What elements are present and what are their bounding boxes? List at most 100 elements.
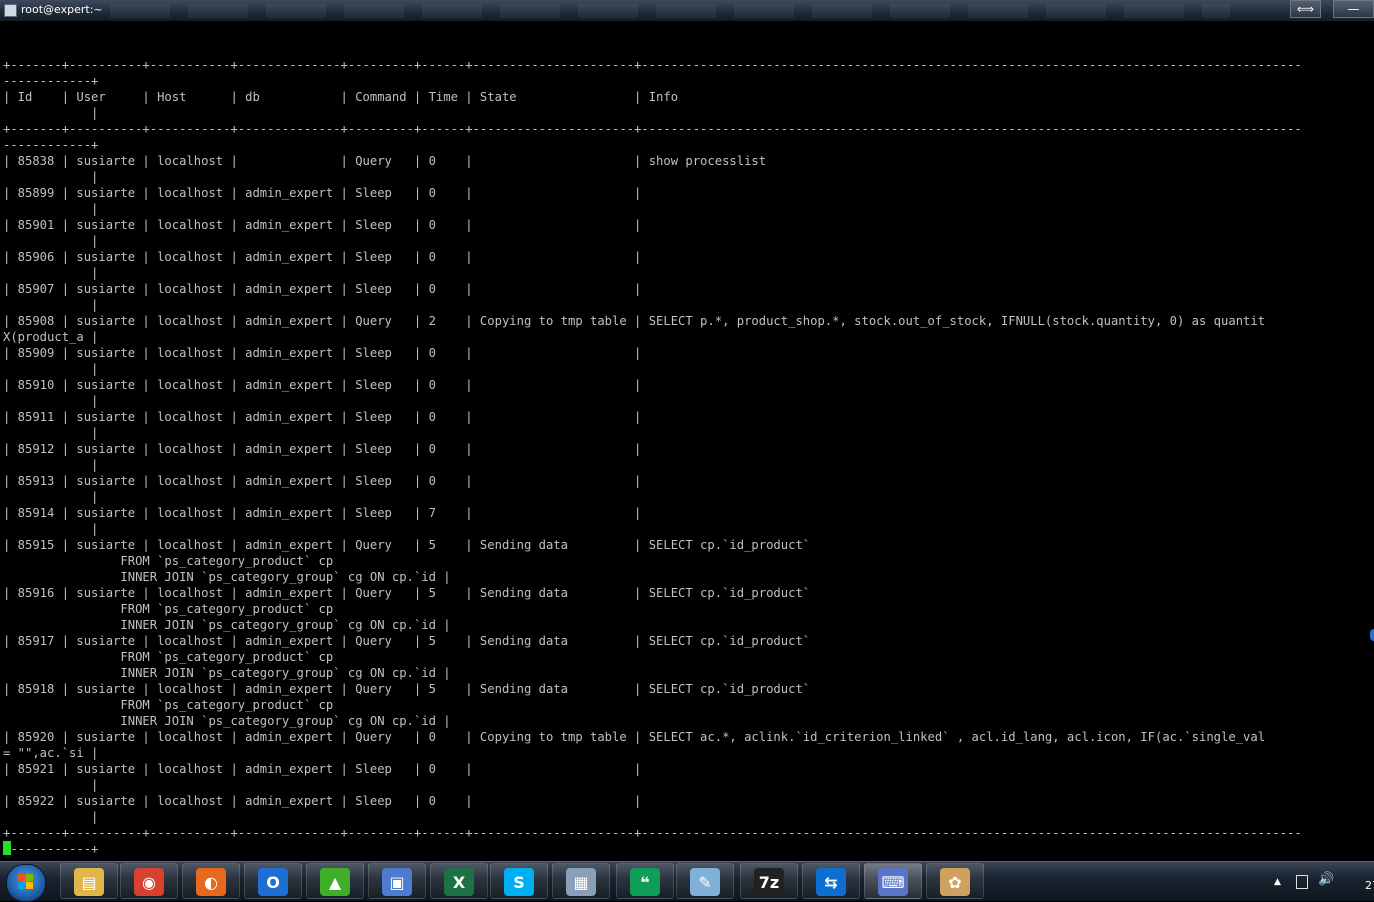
- shopping-bag-icon: ▲: [320, 868, 350, 896]
- terminal-line: ------------+: [3, 138, 99, 152]
- terminal-line: ------------+: [3, 74, 99, 88]
- terminal-line: INNER JOIN `ps_category_group` cg ON cp.…: [120, 714, 451, 728]
- windows-logo-icon: [18, 874, 25, 881]
- terminal-line: | 85912 | susiarte | localhost | admin_e…: [3, 442, 642, 456]
- terminal-line: | 85917 | susiarte | localhost | admin_e…: [3, 634, 811, 648]
- terminal-line: | 85910 | susiarte | localhost | admin_e…: [3, 378, 642, 392]
- explorer-icon: ▤: [74, 868, 104, 896]
- terminal-line: INNER JOIN `ps_category_group` cg ON cp.…: [120, 666, 451, 680]
- taskbar-button[interactable]: ⇆: [802, 863, 860, 899]
- terminal-line: +-------+----------+-----------+--------…: [3, 58, 1302, 72]
- terminal-line: |: [91, 266, 99, 280]
- taskbar-button[interactable]: ◐: [182, 863, 240, 899]
- terminal-line: | 85909 | susiarte | localhost | admin_e…: [3, 346, 642, 360]
- window-title: root@expert:~: [21, 3, 103, 16]
- outlook-icon: O: [258, 868, 288, 896]
- firefox-icon: ◐: [196, 868, 226, 896]
- windows-logo-blue: [18, 882, 25, 889]
- terminal-line: |: [91, 522, 99, 536]
- taskbar-button[interactable]: ▤: [60, 863, 118, 899]
- putty-icon: ⌨: [878, 868, 908, 896]
- terminal-line: | 85913 | susiarte | localhost | admin_e…: [3, 474, 642, 488]
- chrome-icon: ◉: [134, 868, 164, 896]
- remote-desktop-icon: ▣: [382, 868, 412, 896]
- taskbar-button[interactable]: ▦: [552, 863, 610, 899]
- clock[interactable]: 1 27-0: [1350, 865, 1374, 893]
- terminal-line: | 85838 | susiarte | localhost | | Query…: [3, 154, 767, 168]
- terminal-line: | 85901 | susiarte | localhost | admin_e…: [3, 218, 642, 232]
- terminal-area[interactable]: +-------+----------+-----------+--------…: [0, 21, 1374, 861]
- terminal-line: |: [91, 170, 99, 184]
- terminal-line: |: [91, 810, 99, 824]
- taskbar: ▤ ◉ ◐ O ▲ ▣ X S ▦ ❝ ✎ 7z ⇆ ⌨ ✿ ▲ 🔊 1 27-0: [0, 861, 1374, 902]
- clock-date: 27-0: [1365, 879, 1374, 892]
- terminal-line: |: [91, 362, 99, 376]
- terminal-line: FROM `ps_category_product` cp: [120, 554, 334, 568]
- terminal-line: FROM `ps_category_product` cp: [120, 602, 334, 616]
- terminal-line: |: [91, 426, 99, 440]
- terminal-line: | 85908 | susiarte | localhost | admin_e…: [3, 314, 1266, 328]
- taskbar-button[interactable]: O: [244, 863, 302, 899]
- terminal-line: | 85911 | susiarte | localhost | admin_e…: [3, 410, 642, 424]
- taskbar-button[interactable]: ⌨: [864, 863, 922, 899]
- terminal-line: | 85914 | susiarte | localhost | admin_e…: [3, 506, 642, 520]
- terminal-line: |: [91, 234, 99, 248]
- excel-icon: X: [444, 868, 474, 896]
- windows-logo-green: [26, 874, 33, 881]
- taskbar-button[interactable]: X: [430, 863, 488, 899]
- scroll-indicator[interactable]: [1370, 629, 1374, 641]
- volume-icon[interactable]: 🔊: [1318, 872, 1334, 887]
- notepad-icon: ✎: [690, 868, 720, 896]
- terminal-line: |: [91, 298, 99, 312]
- terminal-output: +-------+----------+-----------+--------…: [3, 41, 1302, 857]
- taskbar-button[interactable]: 7z: [740, 863, 798, 899]
- hangouts-icon: ❝: [630, 868, 660, 896]
- terminal-line: |: [91, 778, 99, 792]
- window-title-bar[interactable]: root@expert:~ ⟺ —: [0, 0, 1374, 22]
- terminal-line: X(product_a |: [3, 330, 99, 344]
- terminal-line: INNER JOIN `ps_category_group` cg ON cp.…: [120, 618, 451, 632]
- terminal-line: INNER JOIN `ps_category_group` cg ON cp.…: [120, 570, 451, 584]
- terminal-line: | 85922 | susiarte | localhost | admin_e…: [3, 794, 642, 808]
- terminal-app-icon: [4, 4, 17, 17]
- calculator-icon: ▦: [566, 868, 596, 896]
- minimize-button[interactable]: —: [1333, 0, 1374, 18]
- show-hidden-icons-icon[interactable]: ▲: [1274, 877, 1281, 887]
- skype-icon: S: [504, 868, 534, 896]
- terminal-line: | 85920 | susiarte | localhost | admin_e…: [3, 730, 1266, 744]
- terminal-line: |: [91, 106, 99, 120]
- windows-logo-yellow: [26, 882, 33, 889]
- start-button[interactable]: [6, 864, 46, 902]
- taskbar-button[interactable]: ❝: [616, 863, 674, 899]
- terminal-line: | 85915 | susiarte | localhost | admin_e…: [3, 538, 811, 552]
- terminal-line: = "",ac.`si |: [3, 746, 99, 760]
- 7zip-icon: 7z: [754, 868, 784, 896]
- restore-button[interactable]: ⟺: [1290, 0, 1321, 18]
- terminal-line: |: [91, 490, 99, 504]
- terminal-line: FROM `ps_category_product` cp: [120, 698, 334, 712]
- taskbar-button[interactable]: ✎: [676, 863, 734, 899]
- terminal-line: | 85921 | susiarte | localhost | admin_e…: [3, 762, 642, 776]
- taskbar-button[interactable]: S: [490, 863, 548, 899]
- terminal-line: FROM `ps_category_product` cp: [120, 650, 334, 664]
- taskbar-button[interactable]: ✿: [926, 863, 984, 899]
- terminal-line: | 85918 | susiarte | localhost | admin_e…: [3, 682, 811, 696]
- clock-time: 1: [1350, 865, 1374, 879]
- taskbar-button[interactable]: ▲: [306, 863, 364, 899]
- system-tray: ▲ 🔊 1 27-0: [1264, 862, 1374, 901]
- terminal-line: | 85916 | susiarte | localhost | admin_e…: [3, 586, 811, 600]
- terminal-line: +-------+----------+-----------+--------…: [3, 826, 1302, 840]
- background-window-tabs: [110, 4, 1230, 18]
- power-icon[interactable]: [1296, 875, 1308, 889]
- terminal-line: |: [91, 394, 99, 408]
- taskbar-button[interactable]: ▣: [368, 863, 426, 899]
- paint-icon: ✿: [940, 868, 970, 896]
- taskbar-button[interactable]: ◉: [120, 863, 178, 899]
- terminal-line: ------------+: [3, 842, 99, 856]
- terminal-line: | Id | User | Host | db | Command | Time…: [3, 90, 679, 104]
- terminal-line: +-------+----------+-----------+--------…: [3, 122, 1302, 136]
- terminal-line: | 85906 | susiarte | localhost | admin_e…: [3, 250, 642, 264]
- teamviewer-icon: ⇆: [816, 868, 846, 896]
- terminal-line: |: [91, 458, 99, 472]
- terminal-cursor: [3, 841, 11, 855]
